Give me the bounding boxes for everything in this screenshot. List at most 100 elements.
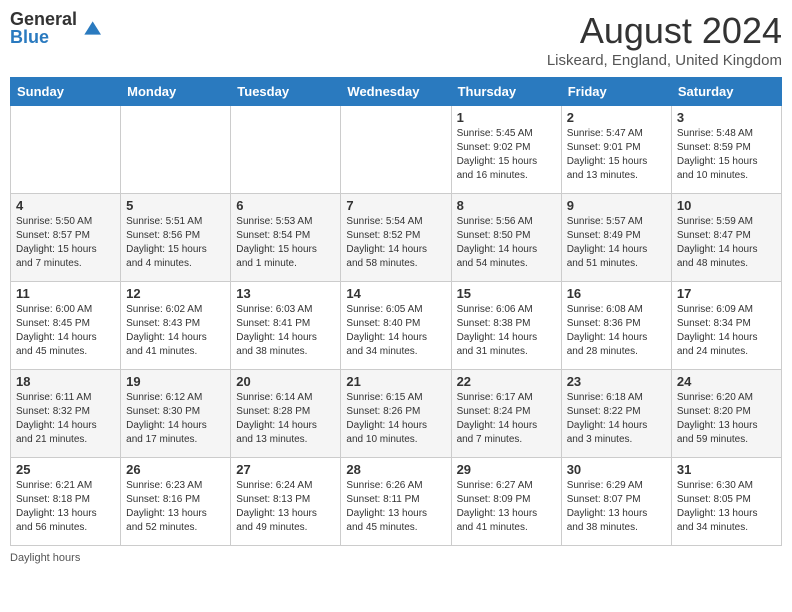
day-number: 24	[677, 374, 776, 389]
day-number: 26	[126, 462, 225, 477]
calendar-cell: 5Sunrise: 5:51 AM Sunset: 8:56 PM Daylig…	[121, 194, 231, 282]
day-number: 30	[567, 462, 666, 477]
day-of-week-header: Tuesday	[231, 78, 341, 106]
day-of-week-header: Monday	[121, 78, 231, 106]
footer-note: Daylight hours	[10, 552, 782, 564]
calendar-cell	[231, 106, 341, 194]
day-info: Sunrise: 5:47 AM Sunset: 9:01 PM Dayligh…	[567, 127, 666, 183]
day-number: 20	[236, 374, 335, 389]
logo-icon	[81, 18, 101, 38]
calendar-cell: 16Sunrise: 6:08 AM Sunset: 8:36 PM Dayli…	[561, 282, 671, 370]
day-info: Sunrise: 6:06 AM Sunset: 8:38 PM Dayligh…	[457, 303, 556, 359]
calendar-cell: 9 Sunrise: 5:57 AM Sunset: 8:49 PM Daylig…	[561, 194, 671, 282]
day-of-week-header: Sunday	[11, 78, 121, 106]
calendar-week-row: 4Sunrise: 5:50 AM Sunset: 8:57 PM Daylig…	[11, 194, 782, 282]
calendar-cell: 15 Sunrise: 6:06 AM Sunset: 8:38 PM Dayli…	[451, 282, 561, 370]
day-number: 23	[567, 374, 666, 389]
day-number: 15	[457, 286, 556, 301]
calendar-cell: 26 Sunrise: 6:23 AM Sunset: 8:16 PM Dayli…	[121, 458, 231, 546]
calendar-cell: 6 Sunrise: 5:53 AM Sunset: 8:54 PM Daylig…	[231, 194, 341, 282]
day-number: 3	[677, 110, 776, 125]
calendar-cell: 14 Sunrise: 6:05 AM Sunset: 8:40 PM Dayli…	[341, 282, 451, 370]
day-number: 2	[567, 110, 666, 125]
calendar-cell: 23 Sunrise: 6:18 AM Sunset: 8:22 PM Dayli…	[561, 370, 671, 458]
calendar-table: SundayMondayTuesdayWednesdayThursdayFrid…	[10, 77, 782, 546]
day-of-week-header: Saturday	[671, 78, 781, 106]
day-info: Sunrise: 6:14 AM Sunset: 8:28 PM Dayligh…	[236, 391, 335, 447]
day-number: 25	[16, 462, 115, 477]
calendar-cell: 18Sunrise: 6:11 AM Sunset: 8:32 PM Dayli…	[11, 370, 121, 458]
day-info: Sunrise: 6:26 AM Sunset: 8:11 PM Dayligh…	[346, 479, 445, 535]
day-number: 17	[677, 286, 776, 301]
day-number: 8	[457, 198, 556, 213]
day-info: Sunrise: 6:21 AM Sunset: 8:18 PM Dayligh…	[16, 479, 115, 535]
logo: General Blue	[10, 10, 101, 46]
day-info: Sunrise: 6:24 AM Sunset: 8:13 PM Dayligh…	[236, 479, 335, 535]
day-number: 27	[236, 462, 335, 477]
day-number: 19	[126, 374, 225, 389]
calendar-cell: 25 Sunrise: 6:21 AM Sunset: 8:18 PM Dayli…	[11, 458, 121, 546]
day-info: Sunrise: 5:45 AM Sunset: 9:02 PM Dayligh…	[457, 127, 556, 183]
day-info: Sunrise: 6:15 AM Sunset: 8:26 PM Dayligh…	[346, 391, 445, 447]
day-info: Sunrise: 5:57 AM Sunset: 8:49 PM Dayligh…	[567, 215, 666, 271]
calendar-cell: 8 Sunrise: 5:56 AM Sunset: 8:50 PM Daylig…	[451, 194, 561, 282]
calendar-cell: 4Sunrise: 5:50 AM Sunset: 8:57 PM Daylig…	[11, 194, 121, 282]
day-info: Sunrise: 5:48 AM Sunset: 8:59 PM Dayligh…	[677, 127, 776, 183]
calendar-cell: 31 Sunrise: 6:30 AM Sunset: 8:05 PM Dayli…	[671, 458, 781, 546]
day-number: 6	[236, 198, 335, 213]
calendar-cell: 21 Sunrise: 6:15 AM Sunset: 8:26 PM Dayli…	[341, 370, 451, 458]
calendar-cell: 20 Sunrise: 6:14 AM Sunset: 8:28 PM Dayli…	[231, 370, 341, 458]
calendar-cell: 29 Sunrise: 6:27 AM Sunset: 8:09 PM Dayli…	[451, 458, 561, 546]
day-info: Sunrise: 6:12 AM Sunset: 8:30 PM Dayligh…	[126, 391, 225, 447]
day-number: 9	[567, 198, 666, 213]
day-info: Sunrise: 6:09 AM Sunset: 8:34 PM Dayligh…	[677, 303, 776, 359]
day-number: 10	[677, 198, 776, 213]
calendar-cell	[121, 106, 231, 194]
day-number: 7	[346, 198, 445, 213]
day-info: Sunrise: 5:53 AM Sunset: 8:54 PM Dayligh…	[236, 215, 335, 271]
title-area: August 2024 Liskeard, England, United Ki…	[547, 10, 782, 69]
day-number: 22	[457, 374, 556, 389]
calendar-week-row: 18Sunrise: 6:11 AM Sunset: 8:32 PM Dayli…	[11, 370, 782, 458]
day-number: 14	[346, 286, 445, 301]
location-subtitle: Liskeard, England, United Kingdom	[547, 52, 782, 69]
calendar-cell: 30 Sunrise: 6:29 AM Sunset: 8:07 PM Dayli…	[561, 458, 671, 546]
calendar-cell: 13Sunrise: 6:03 AM Sunset: 8:41 PM Dayli…	[231, 282, 341, 370]
calendar-header-row: SundayMondayTuesdayWednesdayThursdayFrid…	[11, 78, 782, 106]
day-number: 1	[457, 110, 556, 125]
calendar-cell: 28 Sunrise: 6:26 AM Sunset: 8:11 PM Dayli…	[341, 458, 451, 546]
day-number: 5	[126, 198, 225, 213]
day-number: 21	[346, 374, 445, 389]
calendar-cell: 17 Sunrise: 6:09 AM Sunset: 8:34 PM Dayli…	[671, 282, 781, 370]
day-of-week-header: Wednesday	[341, 78, 451, 106]
day-info: Sunrise: 6:05 AM Sunset: 8:40 PM Dayligh…	[346, 303, 445, 359]
day-info: Sunrise: 6:29 AM Sunset: 8:07 PM Dayligh…	[567, 479, 666, 535]
calendar-cell	[341, 106, 451, 194]
day-info: Sunrise: 6:20 AM Sunset: 8:20 PM Dayligh…	[677, 391, 776, 447]
day-number: 11	[16, 286, 115, 301]
month-title: August 2024	[547, 10, 782, 52]
day-info: Sunrise: 5:54 AM Sunset: 8:52 PM Dayligh…	[346, 215, 445, 271]
day-info: Sunrise: 6:18 AM Sunset: 8:22 PM Dayligh…	[567, 391, 666, 447]
day-info: Sunrise: 6:08 AM Sunset: 8:36 PM Dayligh…	[567, 303, 666, 359]
day-number: 28	[346, 462, 445, 477]
calendar-cell: 3 Sunrise: 5:48 AM Sunset: 8:59 PM Daylig…	[671, 106, 781, 194]
day-number: 31	[677, 462, 776, 477]
day-info: Sunrise: 6:30 AM Sunset: 8:05 PM Dayligh…	[677, 479, 776, 535]
calendar-cell: 12 Sunrise: 6:02 AM Sunset: 8:43 PM Dayli…	[121, 282, 231, 370]
day-info: Sunrise: 6:02 AM Sunset: 8:43 PM Dayligh…	[126, 303, 225, 359]
header: General Blue August 2024 Liskeard, Engla…	[10, 10, 782, 69]
day-number: 29	[457, 462, 556, 477]
calendar-cell: 7 Sunrise: 5:54 AM Sunset: 8:52 PM Daylig…	[341, 194, 451, 282]
day-info: Sunrise: 6:27 AM Sunset: 8:09 PM Dayligh…	[457, 479, 556, 535]
calendar-cell: 10Sunrise: 5:59 AM Sunset: 8:47 PM Dayli…	[671, 194, 781, 282]
calendar-cell: 11Sunrise: 6:00 AM Sunset: 8:45 PM Dayli…	[11, 282, 121, 370]
calendar-cell: 22Sunrise: 6:17 AM Sunset: 8:24 PM Dayli…	[451, 370, 561, 458]
calendar-week-row: 1 Sunrise: 5:45 AM Sunset: 9:02 PM Daylig…	[11, 106, 782, 194]
day-number: 13	[236, 286, 335, 301]
day-number: 4	[16, 198, 115, 213]
day-number: 12	[126, 286, 225, 301]
day-of-week-header: Friday	[561, 78, 671, 106]
day-info: Sunrise: 6:23 AM Sunset: 8:16 PM Dayligh…	[126, 479, 225, 535]
day-info: Sunrise: 5:56 AM Sunset: 8:50 PM Dayligh…	[457, 215, 556, 271]
